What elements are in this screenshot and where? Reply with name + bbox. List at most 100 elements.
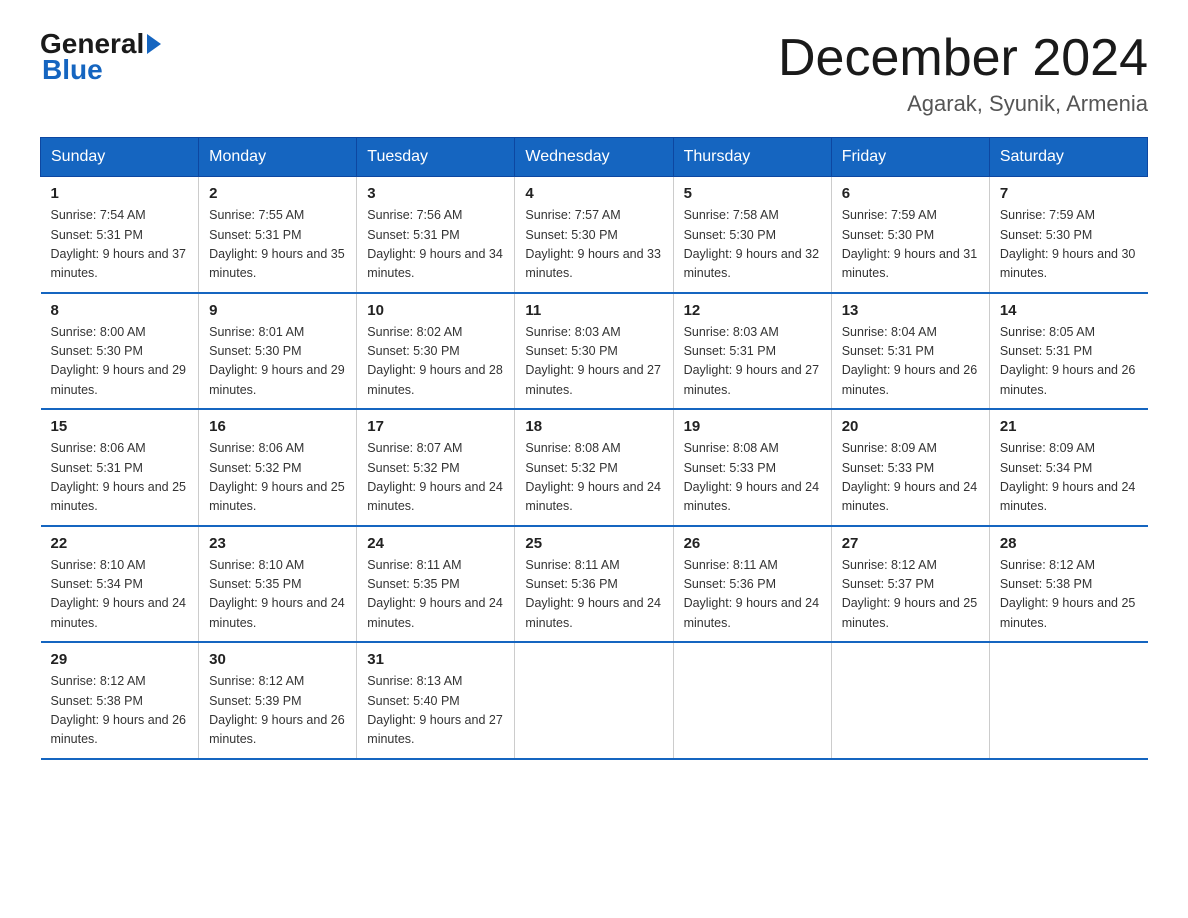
calendar-cell: 16 Sunrise: 8:06 AMSunset: 5:32 PMDayligh… xyxy=(199,409,357,526)
day-of-week-wednesday: Wednesday xyxy=(515,138,673,177)
day-info: Sunrise: 8:03 AMSunset: 5:31 PMDaylight:… xyxy=(684,323,821,401)
day-info: Sunrise: 8:04 AMSunset: 5:31 PMDaylight:… xyxy=(842,323,979,401)
calendar-cell: 9Sunrise: 8:01 AMSunset: 5:30 PMDaylight… xyxy=(199,293,357,410)
calendar-week-row: 8 Sunrise: 8:00 AMSunset: 5:30 PMDaylight… xyxy=(41,293,1148,410)
calendar-cell: 2 Sunrise: 7:55 AMSunset: 5:31 PMDaylight… xyxy=(199,177,357,293)
calendar-cell: 5Sunrise: 7:58 AMSunset: 5:30 PMDaylight… xyxy=(673,177,831,293)
day-number: 26 xyxy=(684,535,821,552)
day-info: Sunrise: 8:09 AMSunset: 5:34 PMDaylight:… xyxy=(1000,439,1138,517)
day-info: Sunrise: 8:11 AMSunset: 5:35 PMDaylight:… xyxy=(367,556,504,634)
calendar-cell xyxy=(673,642,831,759)
day-number: 25 xyxy=(525,535,662,552)
day-info: Sunrise: 8:09 AMSunset: 5:33 PMDaylight:… xyxy=(842,439,979,517)
day-info: Sunrise: 8:08 AMSunset: 5:32 PMDaylight:… xyxy=(525,439,662,517)
day-info: Sunrise: 8:10 AMSunset: 5:35 PMDaylight:… xyxy=(209,556,346,634)
day-info: Sunrise: 7:56 AMSunset: 5:31 PMDaylight:… xyxy=(367,206,504,284)
day-info: Sunrise: 8:12 AMSunset: 5:37 PMDaylight:… xyxy=(842,556,979,634)
day-of-week-tuesday: Tuesday xyxy=(357,138,515,177)
day-number: 8 xyxy=(51,302,189,319)
day-number: 14 xyxy=(1000,302,1138,319)
calendar-header-row: SundayMondayTuesdayWednesdayThursdayFrid… xyxy=(41,138,1148,177)
calendar-cell: 26 Sunrise: 8:11 AMSunset: 5:36 PMDayligh… xyxy=(673,526,831,643)
calendar-week-row: 1 Sunrise: 7:54 AMSunset: 5:31 PMDaylight… xyxy=(41,177,1148,293)
day-info: Sunrise: 7:58 AMSunset: 5:30 PMDaylight:… xyxy=(684,206,821,284)
calendar-cell: 20 Sunrise: 8:09 AMSunset: 5:33 PMDayligh… xyxy=(831,409,989,526)
calendar-cell: 13Sunrise: 8:04 AMSunset: 5:31 PMDayligh… xyxy=(831,293,989,410)
day-info: Sunrise: 8:06 AMSunset: 5:32 PMDaylight:… xyxy=(209,439,346,517)
day-info: Sunrise: 8:12 AMSunset: 5:38 PMDaylight:… xyxy=(1000,556,1138,634)
calendar-cell: 25 Sunrise: 8:11 AMSunset: 5:36 PMDayligh… xyxy=(515,526,673,643)
day-number: 12 xyxy=(684,302,821,319)
day-of-week-saturday: Saturday xyxy=(989,138,1147,177)
calendar-cell xyxy=(515,642,673,759)
day-number: 7 xyxy=(1000,185,1138,202)
calendar-cell: 14 Sunrise: 8:05 AMSunset: 5:31 PMDayligh… xyxy=(989,293,1147,410)
calendar-cell: 28 Sunrise: 8:12 AMSunset: 5:38 PMDayligh… xyxy=(989,526,1147,643)
calendar-cell: 7 Sunrise: 7:59 AMSunset: 5:30 PMDaylight… xyxy=(989,177,1147,293)
page-header: General Blue December 2024 Agarak, Syuni… xyxy=(40,30,1148,117)
day-info: Sunrise: 8:10 AMSunset: 5:34 PMDaylight:… xyxy=(51,556,189,634)
day-of-week-friday: Friday xyxy=(831,138,989,177)
day-number: 27 xyxy=(842,535,979,552)
day-number: 22 xyxy=(51,535,189,552)
day-info: Sunrise: 8:13 AMSunset: 5:40 PMDaylight:… xyxy=(367,672,504,750)
calendar-cell: 4Sunrise: 7:57 AMSunset: 5:30 PMDaylight… xyxy=(515,177,673,293)
logo-blue: Blue xyxy=(40,56,161,84)
day-number: 2 xyxy=(209,185,346,202)
day-info: Sunrise: 8:12 AMSunset: 5:39 PMDaylight:… xyxy=(209,672,346,750)
calendar-cell: 6Sunrise: 7:59 AMSunset: 5:30 PMDaylight… xyxy=(831,177,989,293)
calendar-cell: 19 Sunrise: 8:08 AMSunset: 5:33 PMDayligh… xyxy=(673,409,831,526)
day-info: Sunrise: 8:11 AMSunset: 5:36 PMDaylight:… xyxy=(684,556,821,634)
day-info: Sunrise: 8:08 AMSunset: 5:33 PMDaylight:… xyxy=(684,439,821,517)
calendar-cell: 21 Sunrise: 8:09 AMSunset: 5:34 PMDayligh… xyxy=(989,409,1147,526)
day-info: Sunrise: 8:11 AMSunset: 5:36 PMDaylight:… xyxy=(525,556,662,634)
day-number: 24 xyxy=(367,535,504,552)
title-section: December 2024 Agarak, Syunik, Armenia xyxy=(778,30,1148,117)
calendar-cell: 8 Sunrise: 8:00 AMSunset: 5:30 PMDaylight… xyxy=(41,293,199,410)
day-info: Sunrise: 8:00 AMSunset: 5:30 PMDaylight:… xyxy=(51,323,189,401)
day-info: Sunrise: 8:07 AMSunset: 5:32 PMDaylight:… xyxy=(367,439,504,517)
day-number: 17 xyxy=(367,418,504,435)
day-number: 3 xyxy=(367,185,504,202)
calendar-week-row: 15Sunrise: 8:06 AMSunset: 5:31 PMDayligh… xyxy=(41,409,1148,526)
calendar-cell: 15Sunrise: 8:06 AMSunset: 5:31 PMDayligh… xyxy=(41,409,199,526)
logo-arrow-icon xyxy=(147,34,161,54)
calendar-cell: 31 Sunrise: 8:13 AMSunset: 5:40 PMDayligh… xyxy=(357,642,515,759)
calendar-cell: 3 Sunrise: 7:56 AMSunset: 5:31 PMDaylight… xyxy=(357,177,515,293)
calendar-cell: 24 Sunrise: 8:11 AMSunset: 5:35 PMDayligh… xyxy=(357,526,515,643)
calendar-week-row: 29 Sunrise: 8:12 AMSunset: 5:38 PMDayligh… xyxy=(41,642,1148,759)
day-info: Sunrise: 7:59 AMSunset: 5:30 PMDaylight:… xyxy=(1000,206,1138,284)
day-number: 31 xyxy=(367,651,504,668)
day-info: Sunrise: 8:05 AMSunset: 5:31 PMDaylight:… xyxy=(1000,323,1138,401)
day-number: 28 xyxy=(1000,535,1138,552)
day-number: 9 xyxy=(209,302,346,319)
day-number: 15 xyxy=(51,418,189,435)
calendar-cell xyxy=(831,642,989,759)
day-info: Sunrise: 7:54 AMSunset: 5:31 PMDaylight:… xyxy=(51,206,189,284)
day-number: 10 xyxy=(367,302,504,319)
calendar-cell: 18Sunrise: 8:08 AMSunset: 5:32 PMDayligh… xyxy=(515,409,673,526)
day-number: 23 xyxy=(209,535,346,552)
calendar-cell: 12 Sunrise: 8:03 AMSunset: 5:31 PMDayligh… xyxy=(673,293,831,410)
calendar-cell: 29 Sunrise: 8:12 AMSunset: 5:38 PMDayligh… xyxy=(41,642,199,759)
day-number: 11 xyxy=(525,302,662,319)
calendar-cell: 23 Sunrise: 8:10 AMSunset: 5:35 PMDayligh… xyxy=(199,526,357,643)
day-of-week-monday: Monday xyxy=(199,138,357,177)
day-info: Sunrise: 7:55 AMSunset: 5:31 PMDaylight:… xyxy=(209,206,346,284)
day-of-week-thursday: Thursday xyxy=(673,138,831,177)
day-number: 29 xyxy=(51,651,189,668)
calendar-table: SundayMondayTuesdayWednesdayThursdayFrid… xyxy=(40,137,1148,760)
day-info: Sunrise: 8:02 AMSunset: 5:30 PMDaylight:… xyxy=(367,323,504,401)
calendar-cell: 27 Sunrise: 8:12 AMSunset: 5:37 PMDayligh… xyxy=(831,526,989,643)
day-number: 19 xyxy=(684,418,821,435)
calendar-week-row: 22 Sunrise: 8:10 AMSunset: 5:34 PMDayligh… xyxy=(41,526,1148,643)
calendar-cell: 17 Sunrise: 8:07 AMSunset: 5:32 PMDayligh… xyxy=(357,409,515,526)
day-number: 1 xyxy=(51,185,189,202)
day-number: 20 xyxy=(842,418,979,435)
logo: General Blue xyxy=(40,30,161,84)
location-subtitle: Agarak, Syunik, Armenia xyxy=(778,91,1148,117)
day-info: Sunrise: 8:12 AMSunset: 5:38 PMDaylight:… xyxy=(51,672,189,750)
day-number: 21 xyxy=(1000,418,1138,435)
day-number: 30 xyxy=(209,651,346,668)
day-number: 16 xyxy=(209,418,346,435)
